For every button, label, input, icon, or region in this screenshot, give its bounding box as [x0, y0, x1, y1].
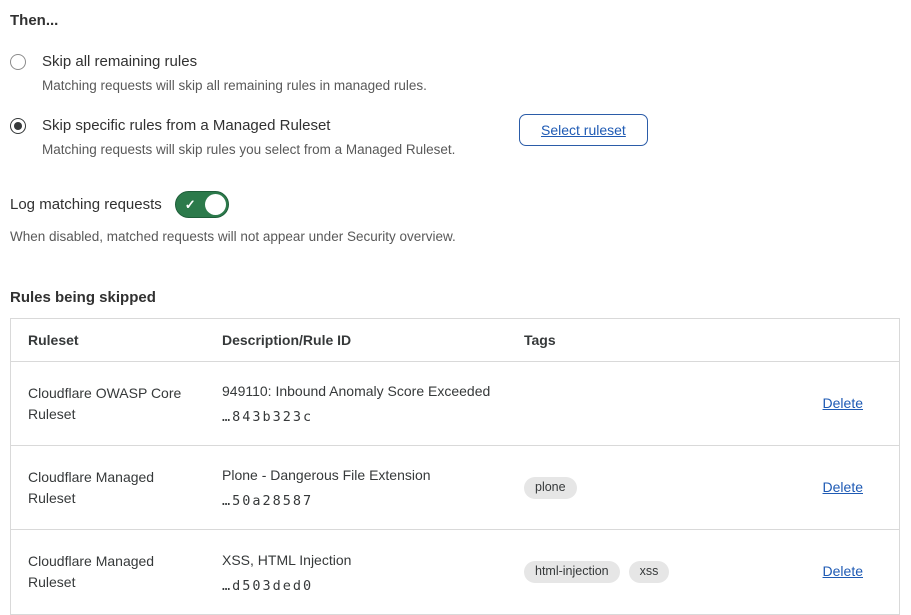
delete-link[interactable]: Delete	[823, 479, 863, 495]
table-row: Cloudflare OWASP Core Ruleset 949110: In…	[11, 362, 899, 446]
rule-description: XSS, HTML Injection	[222, 551, 524, 569]
log-matching-help-text: When disabled, matched requests will not…	[10, 227, 900, 246]
select-ruleset-button[interactable]: Select ruleset	[519, 114, 648, 146]
ruleset-name: Cloudflare Managed Ruleset	[28, 467, 193, 509]
ruleset-name: Cloudflare Managed Ruleset	[28, 551, 193, 593]
ruleset-name: Cloudflare OWASP Core Ruleset	[28, 383, 193, 425]
column-header-description: Description/Rule ID	[222, 332, 524, 348]
rule-id: …50a28587	[222, 493, 524, 509]
tags-list: plone	[524, 477, 759, 499]
table-row: Cloudflare Managed Ruleset XSS, HTML Inj…	[11, 530, 899, 614]
option-skip-all-text: Skip all remaining rules Matching reques…	[42, 52, 427, 95]
table-row: Cloudflare Managed Ruleset Plone - Dange…	[11, 446, 899, 530]
skipped-rules-table: Ruleset Description/Rule ID Tags Cloudfl…	[10, 318, 900, 615]
radio-unselected-icon[interactable]	[10, 54, 26, 70]
option-skip-specific[interactable]: Skip specific rules from a Managed Rules…	[10, 116, 900, 159]
waf-skip-rule-panel: Then... Skip all remaining rules Matchin…	[0, 0, 911, 615]
log-matching-row: Log matching requests ✓	[10, 191, 900, 218]
delete-link[interactable]: Delete	[823, 563, 863, 579]
option-skip-specific-description: Matching requests will skip rules you se…	[42, 140, 455, 159]
tag-badge: xss	[629, 561, 670, 583]
log-matching-label: Log matching requests	[10, 196, 162, 213]
table-header-row: Ruleset Description/Rule ID Tags	[11, 319, 899, 362]
tag-badge: plone	[524, 477, 577, 499]
option-skip-all-label: Skip all remaining rules	[42, 52, 427, 72]
column-header-tags: Tags	[524, 332, 759, 348]
tag-badge: html-injection	[524, 561, 620, 583]
option-skip-specific-text: Skip specific rules from a Managed Rules…	[42, 116, 455, 159]
option-skip-all-description: Matching requests will skip all remainin…	[42, 76, 427, 95]
check-icon: ✓	[185, 198, 196, 211]
log-matching-toggle[interactable]: ✓	[175, 191, 229, 218]
radio-selected-icon[interactable]	[10, 118, 26, 134]
column-header-ruleset: Ruleset	[11, 332, 222, 348]
toggle-knob	[205, 194, 226, 215]
option-skip-specific-label: Skip specific rules from a Managed Rules…	[42, 116, 455, 136]
rule-description: Plone - Dangerous File Extension	[222, 466, 524, 484]
rule-id: …843b323c	[222, 409, 524, 425]
tags-list: html-injection xss	[524, 561, 759, 583]
rule-description: 949110: Inbound Anomaly Score Exceeded	[222, 382, 524, 400]
rules-being-skipped-heading: Rules being skipped	[10, 289, 900, 306]
delete-link[interactable]: Delete	[823, 395, 863, 411]
then-heading: Then...	[10, 12, 900, 29]
rule-id: …d503ded0	[222, 578, 524, 594]
option-skip-all-remaining[interactable]: Skip all remaining rules Matching reques…	[10, 52, 900, 95]
